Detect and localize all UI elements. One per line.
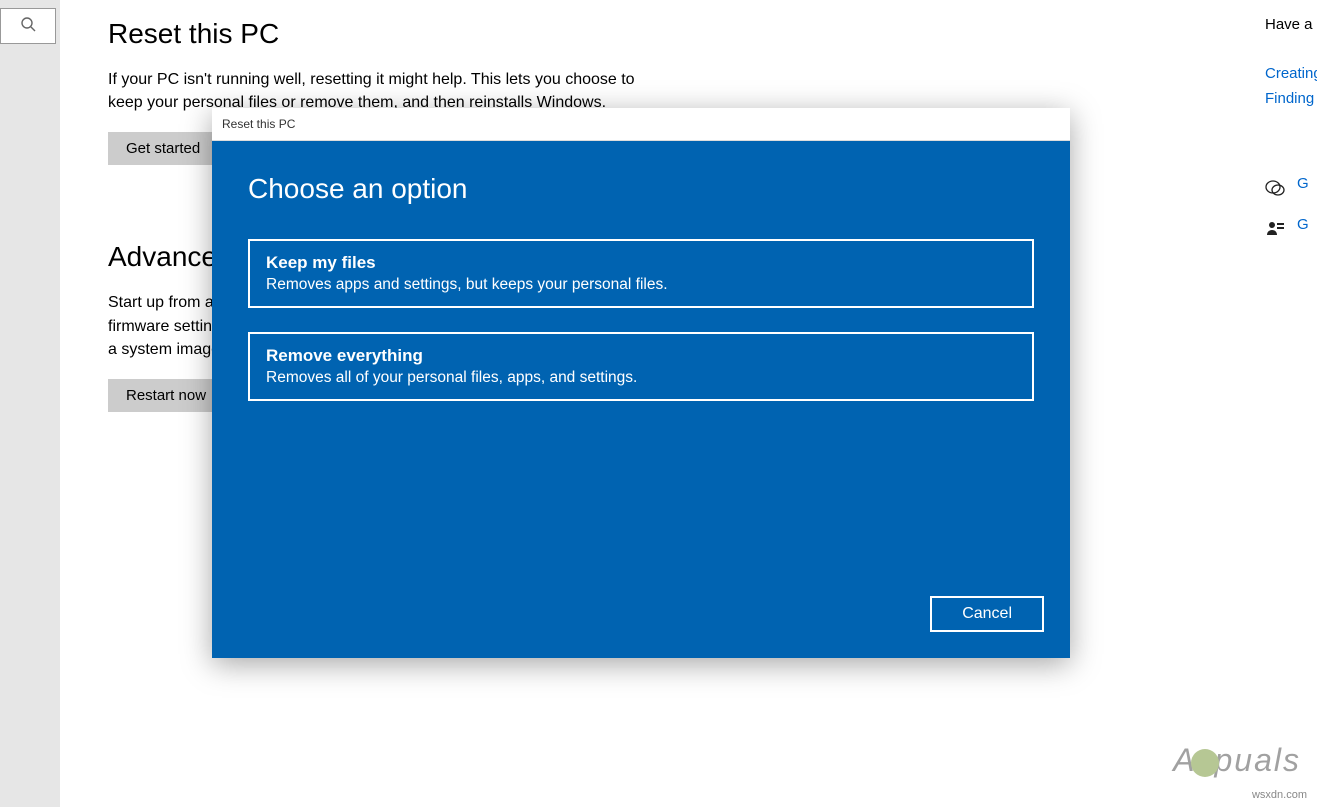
reset-dialog: Reset this PC Choose an option Keep my f… xyxy=(212,108,1070,658)
search-input[interactable] xyxy=(0,8,56,44)
search-icon xyxy=(20,16,36,37)
question-icon xyxy=(1265,179,1285,197)
option-remove-everything[interactable]: Remove everything Removes all of your pe… xyxy=(248,332,1034,401)
option-keep-files[interactable]: Keep my files Removes apps and settings,… xyxy=(248,239,1034,308)
feedback-icon xyxy=(1265,220,1285,238)
right-link[interactable]: Creating xyxy=(1265,65,1317,82)
option-desc: Removes all of your personal files, apps… xyxy=(266,369,1016,387)
dialog-titlebar: Reset this PC xyxy=(212,108,1070,141)
option-title: Keep my files xyxy=(266,253,1016,273)
right-link[interactable]: Finding xyxy=(1265,90,1317,107)
get-started-button[interactable]: Get started xyxy=(108,132,218,165)
right-item-label: G xyxy=(1297,216,1309,233)
option-desc: Removes apps and settings, but keeps you… xyxy=(266,276,1016,294)
reset-title: Reset this PC xyxy=(108,18,808,50)
watermark-logo: Apuals xyxy=(1173,742,1301,779)
option-title: Remove everything xyxy=(266,346,1016,366)
restart-now-button[interactable]: Restart now xyxy=(108,379,224,412)
right-item[interactable]: G xyxy=(1265,216,1317,241)
watermark-site: wsxdn.com xyxy=(1252,789,1307,801)
right-item-label: G xyxy=(1297,175,1309,192)
right-item[interactable]: G xyxy=(1265,175,1317,200)
dialog-body: Choose an option Keep my files Removes a… xyxy=(212,141,1070,658)
dialog-heading: Choose an option xyxy=(248,173,1034,205)
dialog-title: Reset this PC xyxy=(222,117,295,131)
cancel-button[interactable]: Cancel xyxy=(930,596,1044,632)
right-heading: Have a xyxy=(1265,16,1317,33)
sidebar xyxy=(0,0,60,807)
right-panel: Have a Creating Finding G G xyxy=(1265,16,1317,257)
